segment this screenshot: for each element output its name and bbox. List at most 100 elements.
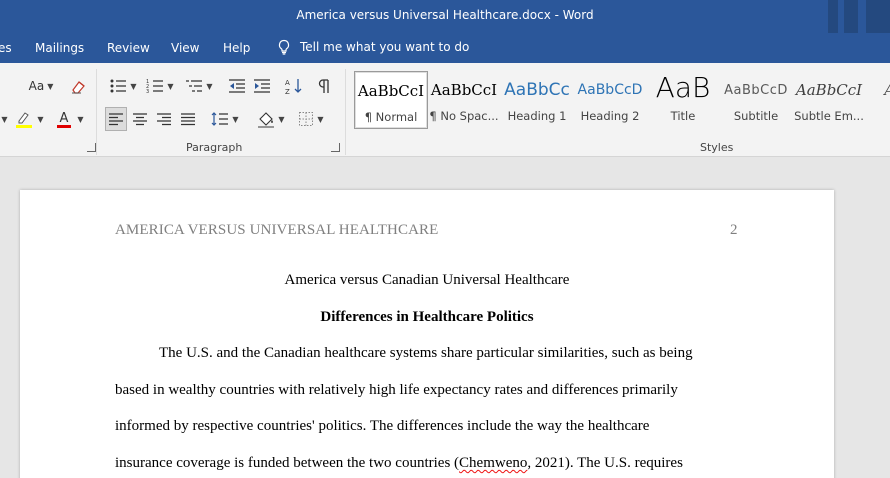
document-page[interactable]: AMERICA VERSUS UNIVERSAL HEALTHCARE 2 Am… [20,190,834,478]
styles-group-label: Styles [700,141,734,154]
chevron-down-icon: ▼ [77,114,84,124]
svg-text:A: A [60,111,69,126]
highlighter-icon [16,112,33,128]
sort-icon: A Z [285,79,302,95]
style-sample: AaBbCcI [357,82,425,100]
align-left-button[interactable] [105,107,127,131]
style-emp[interactable]: AaBl Emp [865,71,890,129]
tell-me-box[interactable]: Tell me what you want to do [276,39,469,55]
style-name: ¶ No Spac... [429,109,499,123]
document-canvas: AMERICA VERSUS UNIVERSAL HEALTHCARE 2 Am… [0,158,890,478]
title-bar-decoration [866,0,890,33]
document-title: America versus Canadian Universal Health… [284,272,570,288]
body-text: , 2021). The U.S. requires [527,455,683,471]
style-sample: AaB [655,71,711,104]
paint-bucket-icon [258,112,275,128]
font-color-icon: A [57,111,72,128]
section-heading: Differences in Healthcare Politics [320,309,534,325]
chevron-down-icon: ▼ [167,81,174,91]
style-sample: AaBbCcI [795,81,863,99]
numbered-list-icon: 1 2 3 [146,79,164,94]
numbering-button[interactable]: 1 2 3 ▼ [143,75,177,97]
svg-text:3: 3 [146,89,149,94]
pilcrow-icon [318,79,329,93]
body-line: The U.S. and the Canadian healthcare sys… [159,345,693,361]
spelling-error-citation[interactable]: Chemweno [459,455,527,471]
tab-help[interactable]: Help [223,41,250,55]
decrease-indent-icon [229,79,245,93]
paragraph-group-label: Paragraph [186,141,243,154]
increase-indent-button[interactable] [251,75,273,97]
window-title: America versus Universal Healthcare.docx… [296,8,594,22]
chevron-down-icon: ▼ [47,81,54,91]
sort-button[interactable]: A Z [283,75,305,97]
shading-button[interactable]: ▼ [253,107,289,131]
font-dialog-launcher[interactable] [87,143,96,152]
multilevel-list-button[interactable]: ▼ [182,75,216,97]
svg-text:A: A [285,79,290,87]
align-left-icon [109,113,123,126]
align-center-button[interactable] [129,107,151,131]
decrease-indent-button[interactable] [226,75,248,97]
change-case-label: Aa [28,79,45,93]
page-number: 2 [730,222,738,238]
style-name: Subtle Em... [794,109,864,123]
style-name: Subtitle [733,109,779,123]
style-name: Title [670,109,696,123]
title-bar-decoration [828,0,838,33]
change-case-button[interactable]: Aa ▼ [24,75,58,97]
bullet-list-icon [110,79,127,93]
ribbon: Aa ▼ ▼ ▼ A ▼ ▼ 1 2 3 ▼ ▼ A Z ▼ ▼ ▼ Parag… [0,63,890,157]
chevron-down-icon: ▼ [130,81,137,91]
tab-references[interactable]: es [0,41,12,55]
title-bar: America versus Universal Healthcare.docx… [0,0,890,33]
group-separator [96,69,97,155]
tell-me-label: Tell me what you want to do [300,40,470,54]
justify-button[interactable] [177,107,199,131]
style-no-spac[interactable]: AaBbCcI ¶ No Spac... [427,71,501,129]
clear-formatting-button[interactable] [68,75,90,97]
justify-icon [181,113,195,126]
tab-review[interactable]: Review [107,41,150,55]
tab-view[interactable]: View [171,41,199,55]
body-text: insurance coverage is funded between the… [115,455,460,471]
style-name: Heading 2 [580,109,640,123]
align-center-icon [133,113,147,126]
increase-indent-icon [254,79,270,93]
show-formatting-marks-button[interactable] [313,75,335,97]
font-dropdown-button[interactable]: ▼ [0,107,8,131]
text-highlight-button[interactable]: ▼ [12,107,46,131]
align-right-button[interactable] [153,107,175,131]
line-spacing-icon [211,112,229,126]
line-spacing-button[interactable]: ▼ [207,107,243,131]
style-title[interactable]: AaB Title [646,71,720,129]
body-line: informed by respective countries' politi… [115,418,650,434]
group-separator [345,69,346,155]
style-sample: AaBbCcI [430,81,498,99]
body-line: insurance coverage is funded between the… [115,455,683,472]
font-color-button[interactable]: A ▼ [52,107,86,131]
tab-mailings[interactable]: Mailings [35,41,84,55]
style-normal[interactable]: AaBbCcI ¶ Normal [354,71,428,129]
style-name: Heading 1 [507,109,567,123]
chevron-down-icon: ▼ [1,114,8,124]
title-bar-decoration [844,0,858,33]
bullets-button[interactable]: ▼ [106,75,140,97]
style-subtitle[interactable]: AaBbCcD Subtitle [719,71,793,129]
chevron-down-icon: ▼ [37,114,44,124]
svg-text:Z: Z [285,88,290,95]
body-line: based in wealthy countries with relative… [115,382,678,398]
chevron-down-icon: ▼ [317,114,324,124]
multilevel-list-icon [186,80,203,92]
styles-gallery: AaBbCcI ¶ Normal AaBbCcI ¶ No Spac... AaBbCc… [354,71,890,129]
align-right-icon [157,113,171,126]
borders-button[interactable]: ▼ [293,107,329,131]
style-name: ¶ Normal [364,110,418,124]
style-sample: AaBl [865,81,890,99]
style-heading-1[interactable]: AaBbCc Heading 1 [500,71,574,129]
paragraph-dialog-launcher[interactable] [331,143,340,152]
style-subtle-em[interactable]: AaBbCcI Subtle Em... [792,71,866,129]
borders-icon [299,112,314,126]
chevron-down-icon: ▼ [278,114,285,124]
style-heading-2[interactable]: AaBbCcD Heading 2 [573,71,647,129]
